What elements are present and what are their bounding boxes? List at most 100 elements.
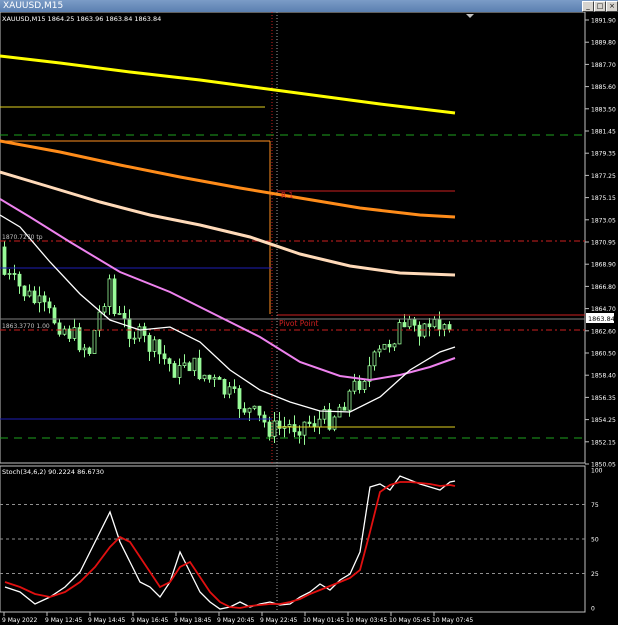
- tp-label: 1870.7270 tp: [2, 234, 43, 241]
- candle-body: [297, 431, 302, 436]
- candle-body: [407, 318, 412, 328]
- price-tick-label: 1852.15: [591, 439, 616, 446]
- candle-body: [92, 330, 97, 354]
- r1-label: R 1: [281, 191, 294, 200]
- candle-body: [442, 324, 447, 330]
- candle-body: [242, 408, 247, 413]
- candle-body: [302, 421, 307, 436]
- candle-body: [187, 362, 192, 372]
- candle-body: [157, 339, 162, 355]
- time-tick-label: 9 May 18:45: [174, 617, 212, 624]
- stoch-levels: 100 75 50 25 0: [0, 468, 603, 613]
- candle-body: [112, 278, 117, 315]
- candle-body: [382, 343, 387, 350]
- candle-body: [372, 351, 377, 367]
- candle-body: [267, 421, 272, 437]
- candle-body: [427, 323, 432, 328]
- stoch-tick-label: 50: [591, 537, 599, 544]
- price-tick-label: 1877.25: [591, 173, 616, 180]
- candle-body: [377, 348, 382, 353]
- candle-body: [312, 423, 317, 428]
- price-tick-label: 1885.60: [591, 84, 616, 91]
- window-title: XAUUSD,M15: [3, 1, 64, 11]
- candle-body: [57, 322, 62, 335]
- candle-body: [97, 311, 102, 331]
- candle-body: [412, 318, 417, 326]
- stoch-tick-label: 0: [591, 606, 595, 613]
- candle-body: [357, 380, 362, 390]
- price-tick-label: 1873.05: [591, 217, 616, 224]
- time-tick-label: 10 May 03:45: [346, 617, 387, 624]
- candle-body: [117, 313, 122, 315]
- candle-body: [102, 306, 107, 313]
- ema-white-line: [0, 214, 456, 413]
- time-tick-label: 9 May 22:45: [260, 617, 298, 624]
- candle-body: [182, 362, 187, 366]
- candle-body: [237, 388, 242, 410]
- candle-body: [292, 424, 297, 433]
- time-tick-label: 10 May 01:45: [303, 617, 344, 624]
- price-tick-label: 1870.95: [591, 240, 616, 247]
- maximize-button[interactable]: □: [594, 1, 606, 12]
- price-tick-label: 1879.35: [591, 151, 616, 158]
- candle-body: [437, 319, 442, 330]
- candle-body: [122, 313, 127, 320]
- shift-marker-icon[interactable]: [466, 14, 474, 18]
- candle-body: [132, 337, 137, 340]
- candle-body: [87, 347, 92, 354]
- price-tick-label: 1866.80: [591, 284, 616, 291]
- price-tick-label: 1860.50: [591, 351, 616, 358]
- candle-body: [402, 322, 407, 328]
- price-axis: 1891.90 1889.80 1887.70 1885.60 1883.50 1881.…: [585, 18, 616, 469]
- price-tick-label: 1881.45: [591, 129, 616, 136]
- candle-body: [217, 377, 222, 380]
- time-tick-label: 9 May 16:45: [131, 617, 169, 624]
- minimize-button[interactable]: _: [582, 1, 594, 12]
- candle-body: [147, 335, 152, 352]
- candle-body: [212, 377, 217, 380]
- candle-body: [397, 322, 402, 345]
- candle-body: [252, 405, 257, 409]
- candle-body: [47, 301, 52, 309]
- candle-body: [167, 358, 172, 364]
- time-tick-label: 9 May 12:45: [45, 617, 83, 624]
- candle-body: [42, 295, 47, 303]
- candle-body: [37, 295, 42, 304]
- candle-body: [272, 420, 277, 437]
- close-button[interactable]: ×: [606, 1, 618, 12]
- price-tick-label: 1864.70: [591, 306, 616, 313]
- candle-body: [7, 273, 12, 275]
- current-price-value: 1863.84: [588, 315, 615, 323]
- candle-body: [2, 246, 7, 275]
- candle-body: [447, 324, 452, 330]
- candle-body: [432, 319, 437, 328]
- candle-body: [17, 273, 22, 287]
- stoch-label: Stoch(34,6,2) 90.2224 86.6730: [2, 468, 104, 476]
- candle-body: [137, 326, 142, 339]
- candle-body: [107, 278, 112, 307]
- price-tick-label: 1883.50: [591, 106, 616, 113]
- time-tick-label: 9 May 2022: [2, 617, 37, 624]
- price-tick-label: 1858.40: [591, 373, 616, 380]
- candle-body: [77, 327, 82, 351]
- chart-area[interactable]: XAUUSD,M15 1864.25 1863.96 1863.84 1863.…: [0, 12, 618, 625]
- sl-label: 1863.3770 1.00: [2, 323, 50, 330]
- window-titlebar[interactable]: XAUUSD,M15 _ □ ×: [0, 0, 618, 12]
- candle-body: [287, 424, 292, 427]
- candle-body: [307, 421, 312, 425]
- pivot-label: Pivot Point: [279, 319, 318, 328]
- candle-body: [362, 380, 367, 390]
- price-tick-label: 1887.70: [591, 62, 616, 69]
- time-tick-label: 9 May 20:45: [217, 617, 255, 624]
- candle-body: [222, 379, 227, 395]
- candle-body: [197, 357, 202, 380]
- stoch-tick-label: 25: [591, 571, 599, 578]
- stoch-tick-label: 100: [591, 468, 603, 475]
- symbol-ohlc-label: XAUUSD,M15 1864.25 1863.96 1863.84 1863.…: [2, 15, 161, 23]
- candle-body: [142, 326, 147, 336]
- ema-orange-line: [0, 139, 456, 219]
- indicator-frame: [0, 465, 586, 613]
- candle-body: [327, 409, 332, 430]
- candle-body: [257, 405, 262, 416]
- candle-body: [127, 318, 132, 339]
